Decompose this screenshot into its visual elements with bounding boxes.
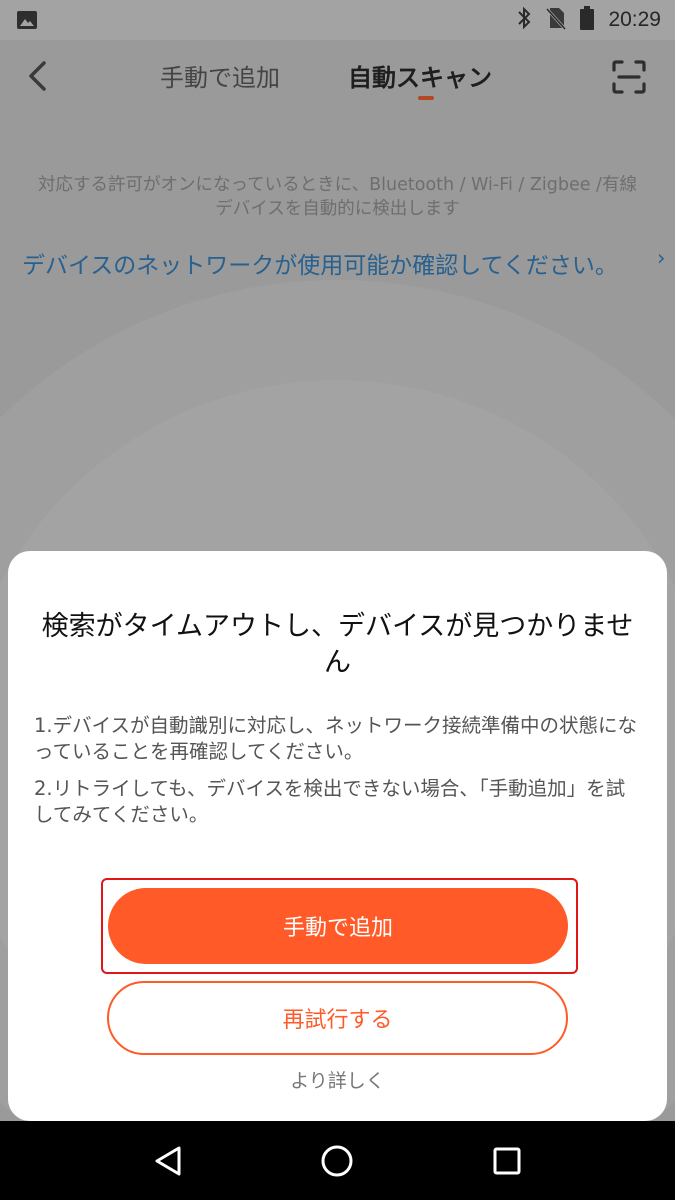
scan-code-button[interactable]	[610, 58, 648, 96]
dialog-title: 検索がタイムアウトし、デバイスが見つかりません	[41, 611, 634, 678]
retry-button[interactable]: 再試行する	[107, 981, 568, 1055]
nav-back-button[interactable]	[146, 1139, 190, 1183]
status-bar: 20:29	[0, 0, 675, 40]
scan-description: 対応する許可がオンになっているときに、Bluetooth / Wi-Fi / Z…	[0, 173, 675, 221]
nav-home-button[interactable]	[315, 1139, 359, 1183]
manual-add-button[interactable]: 手動で追加	[108, 888, 568, 964]
nav-recent-button[interactable]	[485, 1139, 529, 1183]
screen: 20:29 手動で追加 自動スキャン 対応する許可がオンになっているときに、Bl…	[0, 0, 675, 1200]
scan-description-line1: 対応する許可がオンになっているときに、Bluetooth / Wi-Fi / Z…	[38, 175, 637, 195]
tab-manual-add[interactable]: 手動で追加	[160, 58, 280, 93]
system-nav-bar	[0, 1121, 675, 1200]
timeout-dialog: 検索がタイムアウトし、デバイスが見つかりません 1.デバイスが自動識別に対応し、…	[8, 551, 667, 1121]
status-icons: 20:29	[516, 6, 661, 34]
nav-back-icon	[155, 1146, 181, 1176]
top-app-bar: 手動で追加 自動スキャン	[0, 40, 675, 112]
no-sim-icon	[546, 6, 567, 34]
dialog-tip-2: 2.リトライしても、デバイスを検出できない場合、「手動追加」を試してみてください…	[34, 777, 626, 826]
scan-frame-icon	[612, 60, 646, 94]
battery-icon	[580, 6, 595, 34]
tab-auto-scan[interactable]: 自動スキャン	[348, 58, 492, 93]
active-tab-indicator	[418, 96, 434, 100]
back-arrow-icon	[29, 61, 46, 91]
nav-recent-icon	[493, 1147, 521, 1175]
nav-home-icon	[321, 1145, 353, 1177]
scan-description-line2: デバイスを自動的に検出します	[215, 199, 460, 219]
bluetooth-icon	[516, 6, 532, 34]
image-icon	[16, 9, 38, 31]
back-button[interactable]	[20, 58, 54, 94]
network-check-link[interactable]: デバイスのネットワークが使用可能か確認してください。	[22, 246, 662, 280]
learn-more-link[interactable]: より詳しく	[8, 1066, 667, 1093]
clock: 20:29	[608, 8, 661, 31]
chevron-right-icon: ›	[657, 246, 666, 270]
dialog-tip-1: 1.デバイスが自動識別に対応し、ネットワーク接続準備中の状態になっていることを再…	[34, 714, 638, 763]
